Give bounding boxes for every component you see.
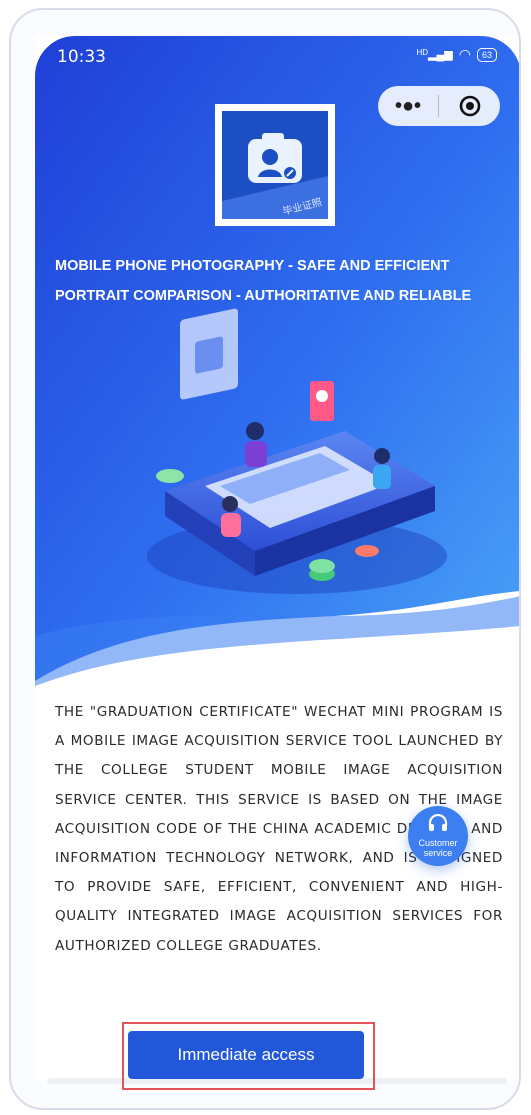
hero-banner: 10:33 HD▂▄▆ ◠ 63 •●• 毕业证照 MOBILE PHONE P… xyxy=(35,36,519,696)
status-bar: 10:33 HD▂▄▆ ◠ 63 xyxy=(35,36,519,72)
more-dots-icon[interactable]: •●• xyxy=(378,86,438,126)
headset-icon xyxy=(428,813,448,831)
status-time: 10:33 xyxy=(57,47,106,67)
logo-badge: 毕业证照 xyxy=(222,111,328,219)
signal-icon: HD▂▄▆ xyxy=(416,48,453,61)
mini-program-capsule: •●• xyxy=(378,86,500,126)
app-screen: 10:33 HD▂▄▆ ◠ 63 •●• 毕业证照 MOBILE PHONE P… xyxy=(35,36,519,1080)
headline-line-1: MOBILE PHONE PHOTOGRAPHY - SAFE AND EFFI… xyxy=(55,258,450,274)
battery-icon: 63 xyxy=(476,47,497,62)
headline-line-2: PORTRAIT COMPARISON - AUTHORITATIVE AND … xyxy=(55,288,472,304)
status-icons: HD▂▄▆ ◠ 63 xyxy=(416,46,497,63)
immediate-access-button[interactable]: Immediate access xyxy=(128,1031,364,1079)
phone-frame: 10:33 HD▂▄▆ ◠ 63 •●• 毕业证照 MOBILE PHONE P… xyxy=(9,8,521,1110)
app-logo: 毕业证照 xyxy=(215,104,335,226)
customer-service-button[interactable]: Customer service xyxy=(408,806,468,866)
customer-service-label: Customer service xyxy=(418,838,458,858)
wifi-icon: ◠ xyxy=(458,46,471,62)
close-target-icon[interactable] xyxy=(439,95,500,117)
